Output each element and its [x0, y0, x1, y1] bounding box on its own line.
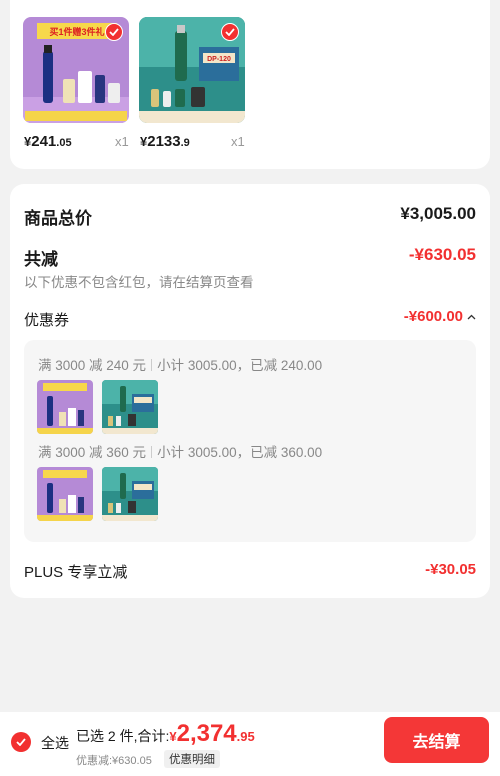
coupon-product-thumb: [102, 380, 158, 434]
checkout-button[interactable]: 去结算: [384, 717, 489, 763]
checkout-bar: 全选 已选 2 件,合计:¥2,374.95 优惠减:¥630.05 优惠明细 …: [0, 712, 500, 776]
select-all-label[interactable]: 全选: [41, 733, 69, 753]
coupon-detail-panel: 满 3000 减 240 元小计 3005.00，已减 240.00 满 300…: [24, 340, 476, 542]
discount-detail-button[interactable]: 优惠明细: [164, 750, 220, 768]
product-quantity: x1: [115, 134, 129, 149]
check-icon: [16, 738, 26, 746]
product-image-kiehls[interactable]: 买1件赠3件礼: [23, 17, 129, 123]
reduce-label: 共减: [24, 250, 58, 269]
product-banner-text: DP-120: [207, 56, 231, 63]
total-value: ¥3,005.00: [400, 204, 476, 223]
selected-products-card: 买1件赠3件礼 ¥241.05 x1 DP-120 ¥2133.9 x1: [10, 0, 490, 169]
coupon-rule-line: 满 3000 减 240 元小计 3005.00，已减 240.00: [38, 358, 323, 373]
plus-value: -¥30.05: [425, 561, 476, 578]
check-icon[interactable]: [221, 23, 239, 41]
product-quantity: x1: [231, 134, 245, 149]
product-price: ¥2133.9: [140, 133, 190, 150]
total-amount: 2,374: [176, 720, 237, 747]
selected-count-text: 已选 2 件,合计:: [76, 728, 170, 744]
check-icon[interactable]: [105, 23, 123, 41]
product-image-lamer[interactable]: DP-120: [139, 17, 245, 123]
coupon-rule-line: 满 3000 减 360 元小计 3005.00，已减 360.00: [38, 445, 323, 460]
product-price: ¥241.05: [24, 133, 72, 150]
reduce-note: 以下优惠不包含红包，请在结算页查看: [24, 275, 254, 290]
select-all-checkbox[interactable]: [11, 732, 31, 752]
coupon-value: -¥600.00: [403, 308, 463, 325]
caret-up-icon: [467, 314, 476, 319]
coupon-product-thumb: [37, 467, 93, 521]
price-summary-card: 商品总价 ¥3,005.00 共减 -¥630.05 以下优惠不包含红包，请在结…: [10, 184, 490, 598]
product-banner-text: 买1件赠3件礼: [49, 26, 104, 37]
coupon-product-thumb: [102, 467, 158, 521]
discount-amount: 优惠减:¥630.05: [76, 755, 152, 767]
plus-label: PLUS 专享立减: [24, 564, 128, 581]
total-summary: 已选 2 件,合计:¥2,374.95: [76, 720, 255, 747]
reduce-value: -¥630.05: [408, 245, 476, 264]
total-label: 商品总价: [24, 209, 92, 228]
coupon-product-thumb: [37, 380, 93, 434]
coupon-label: 优惠券: [24, 312, 70, 329]
coupon-toggle[interactable]: -¥600.00: [404, 308, 476, 325]
